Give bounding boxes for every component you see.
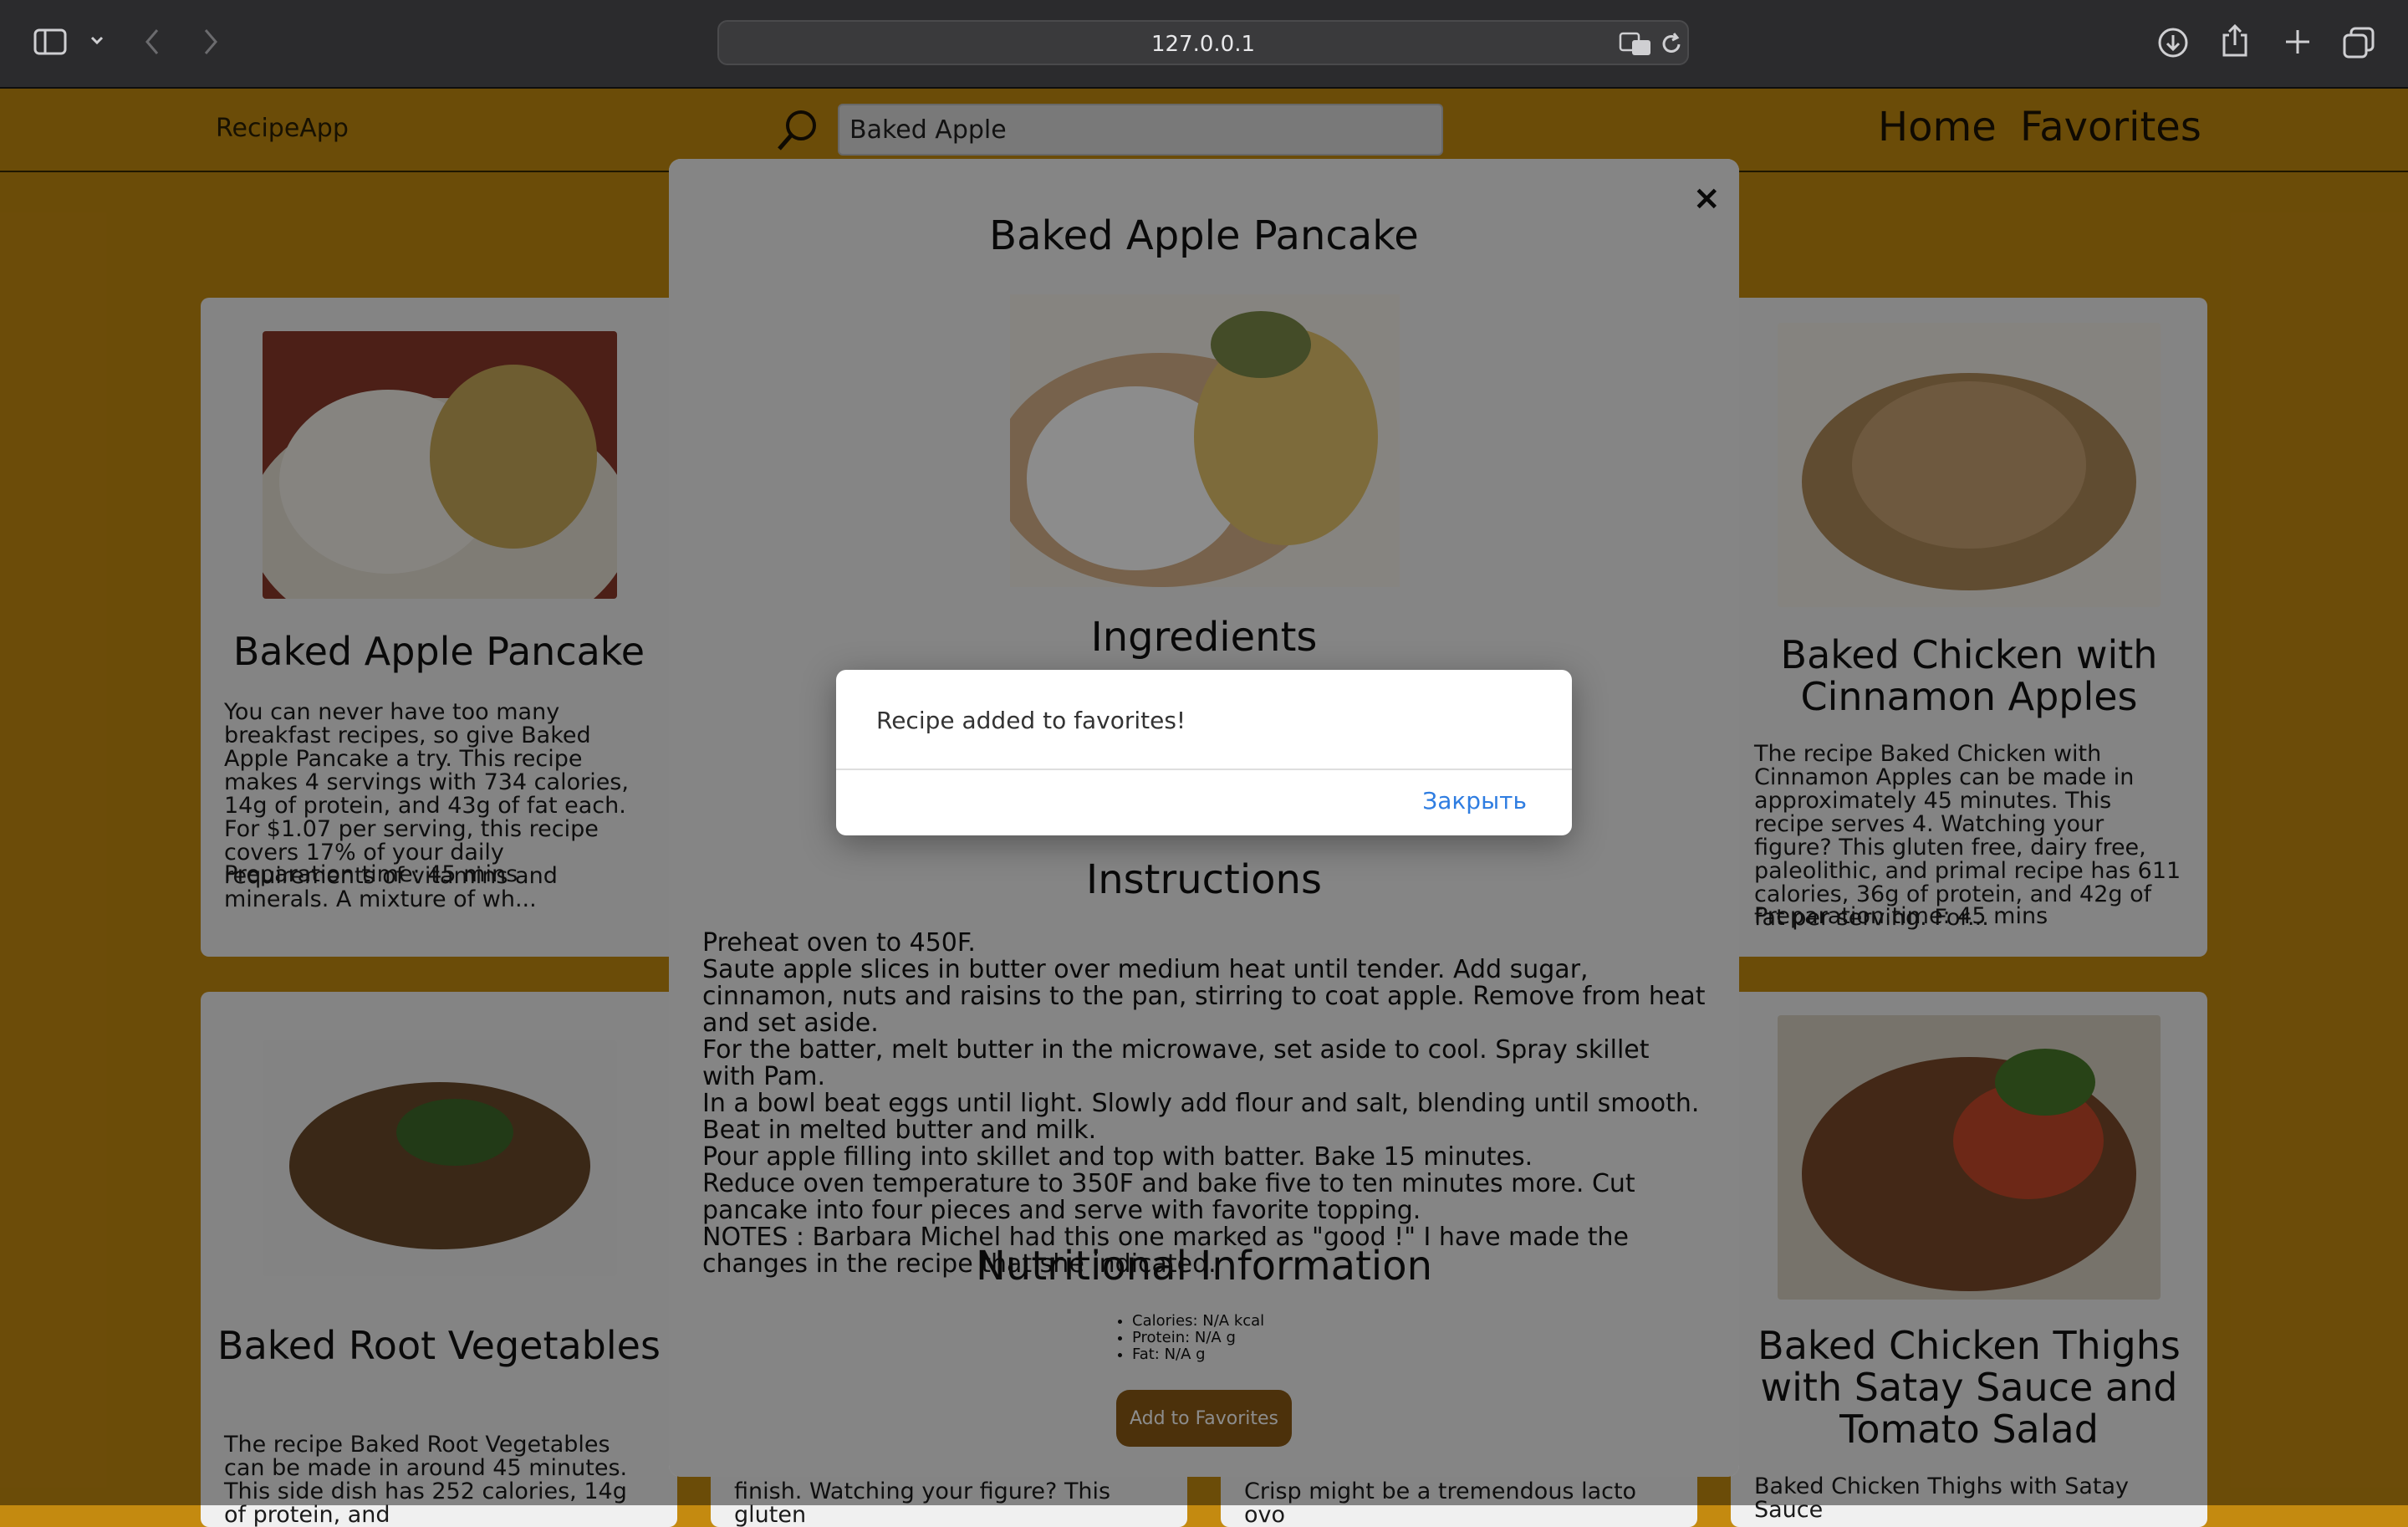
address-bar[interactable]: 127.0.0.1 — [717, 20, 1689, 65]
sidebar-toggle-icon[interactable] — [33, 28, 67, 55]
url-text: 127.0.0.1 — [1150, 32, 1256, 57]
alert-message: Recipe added to favorites! — [876, 707, 1186, 734]
back-icon[interactable] — [142, 27, 162, 60]
alert-dialog: Recipe added to favorites! Закрыть — [836, 670, 1572, 835]
new-tab-icon[interactable] — [2283, 27, 2313, 60]
browser-toolbar: 127.0.0.1 — [0, 0, 2408, 89]
tab-overview-icon[interactable] — [2343, 27, 2375, 62]
divider — [836, 769, 1572, 770]
share-icon[interactable] — [2221, 23, 2249, 62]
translate-icon[interactable] — [1619, 32, 1652, 60]
download-icon[interactable] — [2157, 27, 2189, 62]
alert-close-button[interactable]: Закрыть — [1422, 787, 1527, 815]
forward-icon[interactable] — [201, 27, 221, 60]
chevron-down-icon[interactable] — [89, 32, 105, 52]
reload-icon[interactable] — [1659, 32, 1684, 60]
